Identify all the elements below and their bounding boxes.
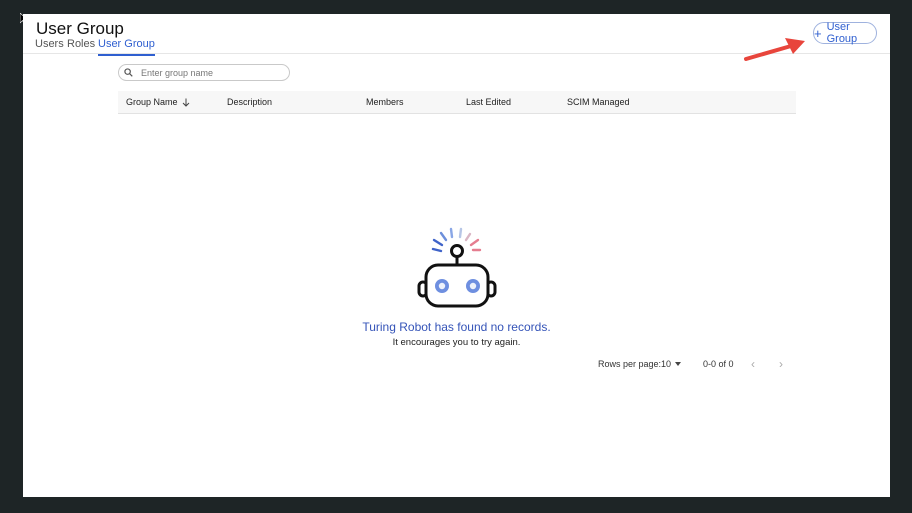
page-title: User Group [36,19,124,38]
plus-icon: + [814,25,822,41]
search-input[interactable] [139,66,283,79]
rows-per-page-select[interactable]: 10 [661,359,682,369]
column-header-scim-managed[interactable]: SCIM Managed [567,97,630,107]
caret-down-icon [675,362,682,366]
arrow-down-icon[interactable] [182,98,190,107]
column-header-members[interactable]: Members [366,97,404,107]
add-user-group-button[interactable]: + User Group [813,21,877,45]
tab-users[interactable]: Users [35,38,64,54]
tab-roles[interactable]: Roles [67,38,95,54]
column-header-last-edited[interactable]: Last Edited [466,97,511,107]
search-box[interactable] [118,64,290,81]
robot-icon [417,227,497,308]
column-header-description[interactable]: Description [227,97,272,107]
red-arrow-icon [744,38,805,61]
column-header-group-name[interactable]: Group Name [126,97,190,107]
empty-state-title: Turing Robot has found no records. [362,320,551,334]
rows-per-page-label: Rows per page: [598,359,662,369]
column-header-label: Group Name [126,97,178,107]
add-user-group-label: User Group [826,21,858,45]
chevron-right-icon[interactable]: › [779,357,783,371]
chevron-left-icon[interactable]: ‹ [751,357,755,371]
pagination-range: 0-0 of 0 [703,359,734,369]
search-icon [124,68,133,77]
app-window: User Group Users Roles User Group + User… [23,14,890,497]
table-header-row: Group Name Description Members Last Edit… [118,91,796,114]
rows-per-page-value: 10 [661,359,672,369]
empty-state-subtitle: It encourages you to try again. [392,337,521,348]
